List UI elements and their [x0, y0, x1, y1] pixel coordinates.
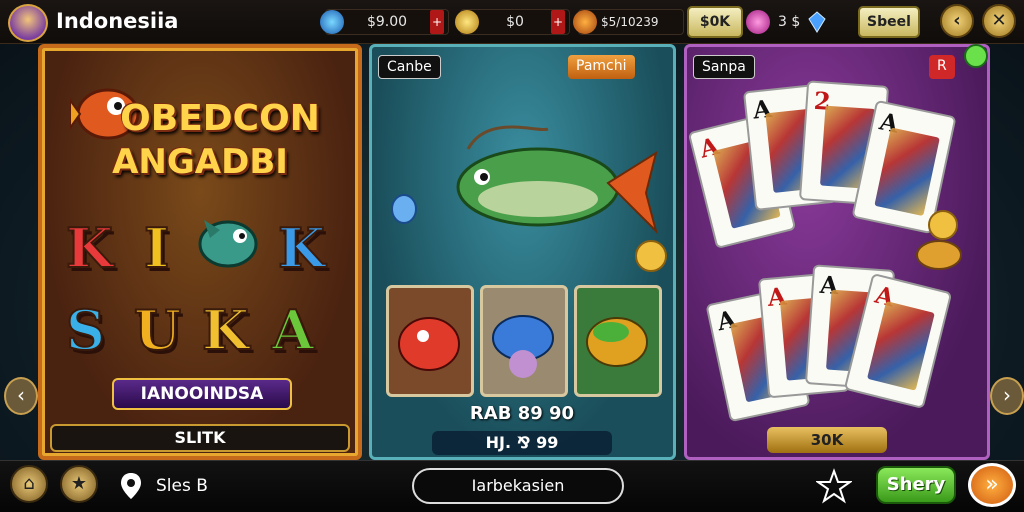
coin-spiral-icon: [455, 10, 479, 34]
sbeel-button[interactable]: Sbeel: [858, 6, 920, 38]
fishing-tag-left: Canbe: [378, 55, 441, 79]
blue-diamond-icon: [808, 11, 826, 33]
fishing-info-line1: RAB 89 90: [469, 403, 575, 424]
red-fish-icon: [398, 317, 460, 371]
slot-title-line1: OBEDCON: [120, 98, 320, 139]
home-icon[interactable]: ⌂: [10, 465, 48, 503]
slot-game-panel[interactable]: OBEDCON ANGADBI K I K S U K A IANOOINDSA…: [38, 44, 362, 460]
green-gem-icon: [964, 44, 988, 68]
next-arrow-icon[interactable]: ›: [990, 377, 1024, 415]
currency-coins-value: $0: [506, 14, 524, 30]
slot-title-line2: ANGADBI: [112, 142, 288, 182]
pot-button[interactable]: $0K: [687, 6, 743, 38]
card-game-panel[interactable]: Sanpa R A A 2 A A A A A 30K: [684, 44, 990, 460]
back-arrow-icon[interactable]: ‹: [940, 4, 974, 38]
fish-tile-red[interactable]: [386, 285, 474, 397]
location-label: Sles B: [156, 476, 208, 496]
gold-pot-icon: [573, 10, 597, 34]
fish-tile-blue[interactable]: [480, 285, 568, 397]
slot-letter: K: [65, 215, 114, 281]
game-lobby: Indonesiia $9.00 + $0 + $5/10239 $0K 3 $…: [0, 0, 1024, 512]
prev-arrow-icon[interactable]: ‹: [4, 377, 38, 415]
add-gems-button[interactable]: +: [430, 10, 444, 34]
blue-gem-icon: [320, 10, 344, 34]
close-x-icon[interactable]: ✕: [982, 4, 1016, 38]
slot-letter: S: [65, 297, 106, 363]
fishing-tag-right[interactable]: Pamchi: [568, 55, 635, 79]
star-outline-icon[interactable]: [816, 468, 852, 504]
location-pin-icon: [121, 473, 141, 499]
top-bar: Indonesiia $9.00 + $0 + $5/10239 $0K 3 $…: [0, 0, 1024, 44]
currency-coins: $0 +: [455, 9, 570, 35]
big-fish-icon: [456, 125, 658, 235]
slot-play-button[interactable]: SLITK: [50, 424, 350, 452]
slot-letter: K: [201, 297, 250, 363]
gold-coins-icon: [916, 210, 962, 270]
currency-gems: $9.00 +: [320, 9, 449, 35]
slot-letter: I: [143, 215, 170, 281]
pink-gem-icon: [746, 10, 770, 34]
add-coins-button[interactable]: +: [551, 10, 565, 34]
currency-pink-value: 3 $: [778, 14, 801, 30]
center-action-button[interactable]: Iarbekasien: [412, 468, 624, 504]
tag-left-label: Sanpa: [702, 59, 746, 75]
currency-gems-value: $9.00: [366, 14, 408, 30]
double-chevron-right-icon[interactable]: »: [968, 463, 1016, 507]
green-fish-icon: [586, 317, 648, 367]
card-bet-label: 30K: [767, 427, 887, 453]
green-fish-icon: [198, 220, 258, 268]
fishing-game-panel[interactable]: Canbe Pamchi RAB 89 90 HJ. ⅋ 99: [369, 44, 676, 460]
share-button[interactable]: Shery: [876, 466, 956, 504]
lure-icon: [391, 194, 417, 224]
tag-left-label: Canbe: [387, 59, 432, 75]
blue-fish-icon: [492, 315, 554, 378]
avatar-logo[interactable]: [8, 4, 48, 42]
currency-pot: $5/10239: [573, 9, 684, 35]
slot-letter: K: [277, 215, 326, 281]
star-badge-icon[interactable]: ★: [60, 465, 98, 503]
cards-tag-left: Sanpa: [693, 55, 755, 79]
fish-tile-green[interactable]: [574, 285, 662, 397]
app-title: Indonesiia: [56, 9, 179, 33]
slot-letter: A: [271, 297, 315, 363]
fishing-info-line2: HJ. ⅋ 99: [432, 431, 612, 455]
gold-coin-icon: [635, 240, 667, 272]
slot-name-banner: IANOOINDSA: [112, 378, 292, 410]
currency-pink: 3 $: [746, 9, 850, 35]
cards-tag-right[interactable]: R: [929, 55, 955, 79]
slot-letter: U: [133, 297, 182, 363]
currency-pot-value: $5/10239: [601, 15, 659, 29]
